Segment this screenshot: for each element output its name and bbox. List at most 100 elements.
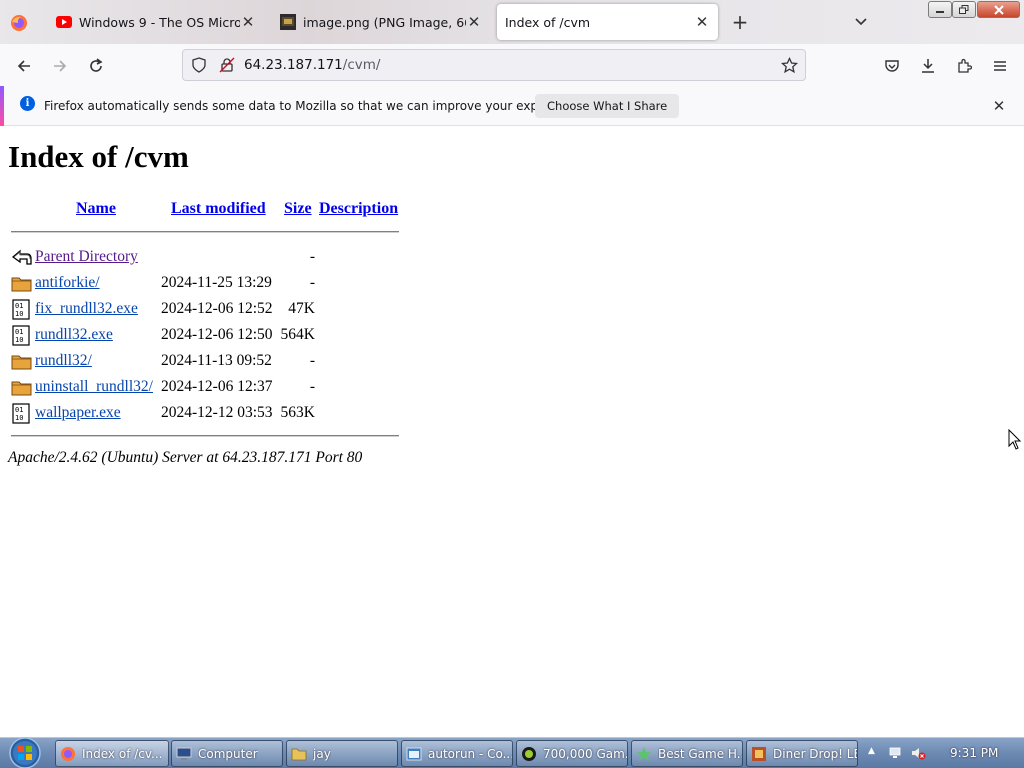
file-link[interactable]: uninstall_rundll32/ [35,378,153,396]
column-header-description[interactable]: Description [319,200,398,218]
forward-button[interactable] [46,52,74,80]
column-header-last-modified[interactable]: Last modified [171,200,266,218]
bookmark-star-icon[interactable] [781,57,798,74]
binary-file-icon: 01 10 [12,325,30,346]
file-link[interactable]: fix_rundll32.exe [35,300,138,318]
reload-button[interactable] [82,52,110,80]
forward-arrow-icon [54,60,67,72]
back-button[interactable] [10,52,38,80]
hamburger-menu-icon [994,61,1006,71]
folder-icon [11,277,32,292]
chevron-down-icon [855,18,867,26]
tab-windows9[interactable]: Windows 9 - The OS Microsoft ✕ [48,4,264,40]
network-icon[interactable] [888,745,904,761]
taskbar-item-best-game[interactable]: Best Game H... [631,740,743,767]
taskbar-clock[interactable]: 9:31 PM [950,746,998,760]
listing-row: 01 10 fix_rundll32.exe 2024-12-06 12:52 … [0,297,420,323]
file-link[interactable]: Parent Directory [35,248,138,266]
game-icon [752,746,766,761]
minimize-button[interactable] [928,1,952,18]
taskbar-item-autorun[interactable]: autorun - Co... [401,740,513,767]
pocket-icon [885,60,899,72]
folder-icon [11,355,32,370]
file-size: 563K [280,404,315,421]
tab-title: Windows 9 - The OS Microsoft [79,14,240,30]
tab-image[interactable]: image.png (PNG Image, 669 × 6 ✕ [272,4,490,40]
listing-row: uninstall_rundll32/ 2024-12-06 12:37 - [0,375,420,401]
taskbar-item-computer[interactable]: Computer [171,740,283,767]
new-tab-button[interactable]: + [728,10,752,34]
file-link[interactable]: antiforkie/ [35,274,100,292]
insecure-lock-icon[interactable] [219,57,235,73]
url-path: /cvm/ [342,57,381,73]
file-link[interactable]: wallpaper.exe [35,404,121,422]
windows-start-orb-icon [9,737,41,768]
taskbar-item-diner-drop[interactable]: Diner Drop! LE [746,740,858,767]
info-icon: i [20,96,35,111]
page-content: Index of /cvm Name Last modified Size De… [0,127,1024,737]
shield-icon[interactable] [191,57,207,73]
extensions-button[interactable] [950,52,978,80]
notification-accent-stripe [0,86,4,126]
close-notification-icon[interactable]: ✕ [991,97,1007,115]
close-tab-icon[interactable]: ✕ [240,13,256,31]
url-text[interactable]: 64.23.187.171/cvm/ [244,57,380,73]
file-size: - [309,248,315,265]
divider-top [11,231,399,233]
puzzle-icon [958,58,972,73]
file-link[interactable]: rundll32/ [35,352,92,370]
svg-text:01: 01 [15,328,23,336]
taskbar-item-700000-games[interactable]: 700,000 Gam... [516,740,628,767]
close-tab-icon[interactable]: ✕ [694,13,710,31]
file-date: 2024-12-06 12:52 [161,300,273,317]
svg-text:10: 10 [15,310,23,318]
data-collection-notification: i Firefox automatically sends some data … [0,86,1024,126]
show-hidden-icons-arrow[interactable]: ▲ [868,746,875,756]
volume-muted-icon[interactable] [910,745,926,761]
choose-what-i-share-button[interactable]: Choose What I Share [535,94,680,118]
server-signature: Apache/2.4.62 (Ubuntu) Server at 64.23.1… [8,449,363,466]
game-icon [637,746,651,761]
taskbar-item-jay[interactable]: jay [286,740,398,767]
start-button[interactable] [6,736,44,768]
taskbar-item-label: autorun - Co... [428,746,512,761]
column-header-name[interactable]: Name [76,200,116,218]
restore-button[interactable] [952,1,976,18]
close-icon [993,4,1004,15]
folder-icon [11,381,32,396]
download-icon [922,59,934,73]
close-tab-icon[interactable]: ✕ [466,13,482,31]
tab-index-cvm[interactable]: Index of /cvm ✕ [497,4,718,40]
back-arrow-icon [11,249,32,265]
windows-taskbar: Index of /cv... Computer jay autorun - C… [0,737,1024,768]
app-menu-button[interactable] [986,52,1014,80]
downloads-button[interactable] [914,52,942,80]
file-size: - [309,378,315,395]
navigation-toolbar: 64.23.187.171/cvm/ [0,44,1024,86]
reload-icon [90,58,103,72]
divider-bottom [11,435,399,437]
firefox-icon [61,746,75,761]
pocket-button[interactable] [878,52,906,80]
taskbar-item-label: jay [313,746,331,761]
file-size: - [309,352,315,369]
file-link[interactable]: rundll32.exe [35,326,113,344]
list-all-tabs-button[interactable] [850,12,872,32]
firefox-icon [11,15,27,31]
computer-icon [176,747,192,760]
svg-text:10: 10 [15,336,23,344]
file-date: 2024-11-13 09:52 [161,352,272,369]
file-date: 2024-12-12 03:53 [161,404,273,421]
taskbar-item-label: Diner Drop! LE [773,746,857,761]
file-date: 2024-12-06 12:50 [161,326,273,343]
restore-icon [959,5,969,14]
close-window-button[interactable] [977,1,1020,18]
folder-icon [291,748,307,760]
firefox-view-button[interactable] [4,8,34,38]
file-date: 2024-12-06 12:37 [161,378,273,395]
url-bar[interactable]: 64.23.187.171/cvm/ [182,49,806,81]
tab-strip: Windows 9 - The OS Microsoft ✕ image.png… [0,0,1024,44]
taskbar-item-firefox[interactable]: Index of /cv... [55,740,169,767]
column-header-size[interactable]: Size [284,200,312,218]
svg-text:01: 01 [15,302,23,310]
